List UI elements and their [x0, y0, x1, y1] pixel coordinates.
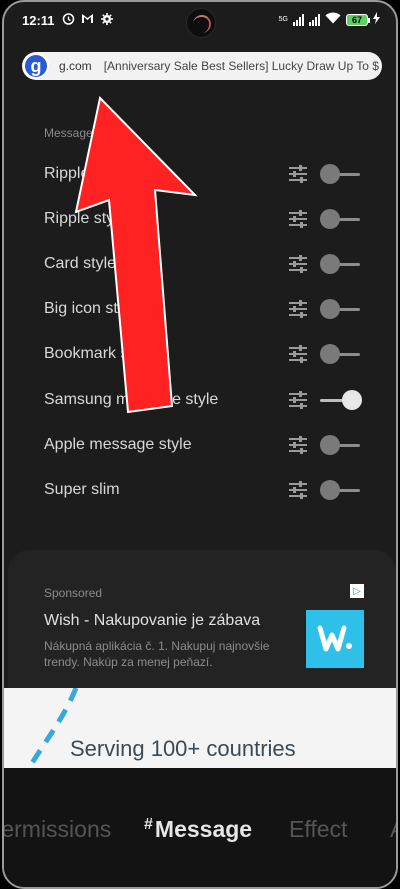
ad-sponsored-label: Sponsored	[44, 586, 103, 600]
setting-label: Apple message style	[44, 435, 192, 453]
tune-icon[interactable]	[288, 209, 308, 228]
setting-row[interactable]: Samsung message style	[4, 377, 396, 422]
toggle-thumb	[320, 298, 340, 319]
phone-frame: 12:11 5G 67 g g.com [Anniversary Sale Be…	[2, 0, 398, 889]
toggle-thumb	[320, 163, 340, 184]
wish-logo-icon[interactable]	[306, 610, 364, 668]
charging-icon	[373, 12, 380, 27]
setting-row[interactable]: Apple message style	[4, 422, 396, 467]
toggle-thumb	[320, 208, 340, 229]
setting-label: Card style	[44, 254, 117, 272]
setting-label: Bookmark style	[44, 344, 154, 362]
promo-text: Serving 100+ countries	[70, 736, 296, 761]
toggle-switch[interactable]	[320, 434, 362, 455]
setting-row[interactable]: Super slim	[4, 467, 396, 512]
battery-icon: 67	[346, 13, 370, 26]
setting-label: Samsung message style	[44, 390, 219, 408]
tab-next[interactable]: A	[390, 816, 396, 843]
status-bar: 12:11 5G 67	[4, 2, 396, 38]
toggle-switch[interactable]	[320, 208, 362, 229]
setting-row[interactable]: Card style	[4, 241, 396, 286]
toggle-switch[interactable]	[320, 479, 362, 500]
gear-icon	[100, 12, 113, 25]
toggle-thumb	[320, 479, 340, 500]
url-banner-text: [Anniversary Sale Best Sellers] Lucky Dr…	[103, 59, 379, 73]
setting-label: Super slim	[44, 480, 120, 498]
toggle-switch[interactable]	[320, 298, 362, 319]
tab-permissions[interactable]: Permissions	[4, 816, 111, 843]
tune-icon[interactable]	[288, 299, 308, 318]
gmail-icon	[81, 12, 94, 25]
tune-icon[interactable]	[288, 390, 308, 409]
setting-row[interactable]: Bookmark style	[4, 331, 396, 376]
ad-description: Nákupná aplikácia č. 1. Nakupuj najnovši…	[44, 639, 270, 669]
wifi-icon	[325, 12, 341, 27]
toggle-thumb	[342, 389, 362, 410]
alarm-icon	[62, 12, 75, 25]
signal-icon-2	[309, 13, 320, 26]
ad-title[interactable]: Wish - Nakupovanie je zábava	[44, 612, 260, 630]
signal-icon	[293, 13, 304, 26]
tab-message-hash: #	[144, 816, 153, 833]
setting-label: Ripple style	[44, 164, 127, 182]
tune-icon[interactable]	[288, 254, 308, 273]
toggle-thumb	[320, 343, 340, 364]
url-banner[interactable]: g g.com [Anniversary Sale Best Sellers] …	[22, 52, 382, 80]
tab-message-label: Message	[154, 816, 253, 842]
sponsored-ad[interactable]: Sponsored ▷ Wish - Nakupovanie je zábava…	[8, 550, 396, 688]
tune-icon[interactable]	[288, 164, 308, 183]
promo-banner[interactable]: Serving 100+ countries	[4, 688, 396, 768]
toggle-thumb	[320, 253, 340, 274]
front-camera	[186, 8, 216, 38]
tab-effect[interactable]: Effect	[289, 816, 347, 843]
setting-label: Ripple style	[44, 209, 127, 227]
toggle-thumb	[320, 434, 340, 455]
tab-message[interactable]: #Message	[144, 816, 252, 843]
setting-row[interactable]: Big icon style	[4, 286, 396, 331]
toggle-switch[interactable]	[320, 343, 362, 364]
ad-choices-icon[interactable]: ▷	[350, 584, 364, 598]
tune-icon[interactable]	[288, 435, 308, 454]
section-label: Message	[44, 126, 93, 140]
setting-row[interactable]: Ripple style	[4, 196, 396, 241]
toggle-switch[interactable]	[320, 389, 362, 410]
toggle-switch[interactable]	[320, 253, 362, 274]
bottom-tab-bar: Permissions #Message Effect A	[4, 768, 396, 887]
network-type: 5G	[278, 16, 288, 23]
setting-row[interactable]: Ripple style	[4, 151, 396, 196]
tune-icon[interactable]	[288, 480, 308, 499]
url-domain: g.com	[59, 59, 92, 73]
site-logo-icon: g	[23, 53, 49, 79]
toggle-switch[interactable]	[320, 163, 362, 184]
tune-icon[interactable]	[288, 344, 308, 363]
status-time: 12:11	[22, 13, 55, 28]
setting-label: Big icon style	[44, 299, 139, 317]
